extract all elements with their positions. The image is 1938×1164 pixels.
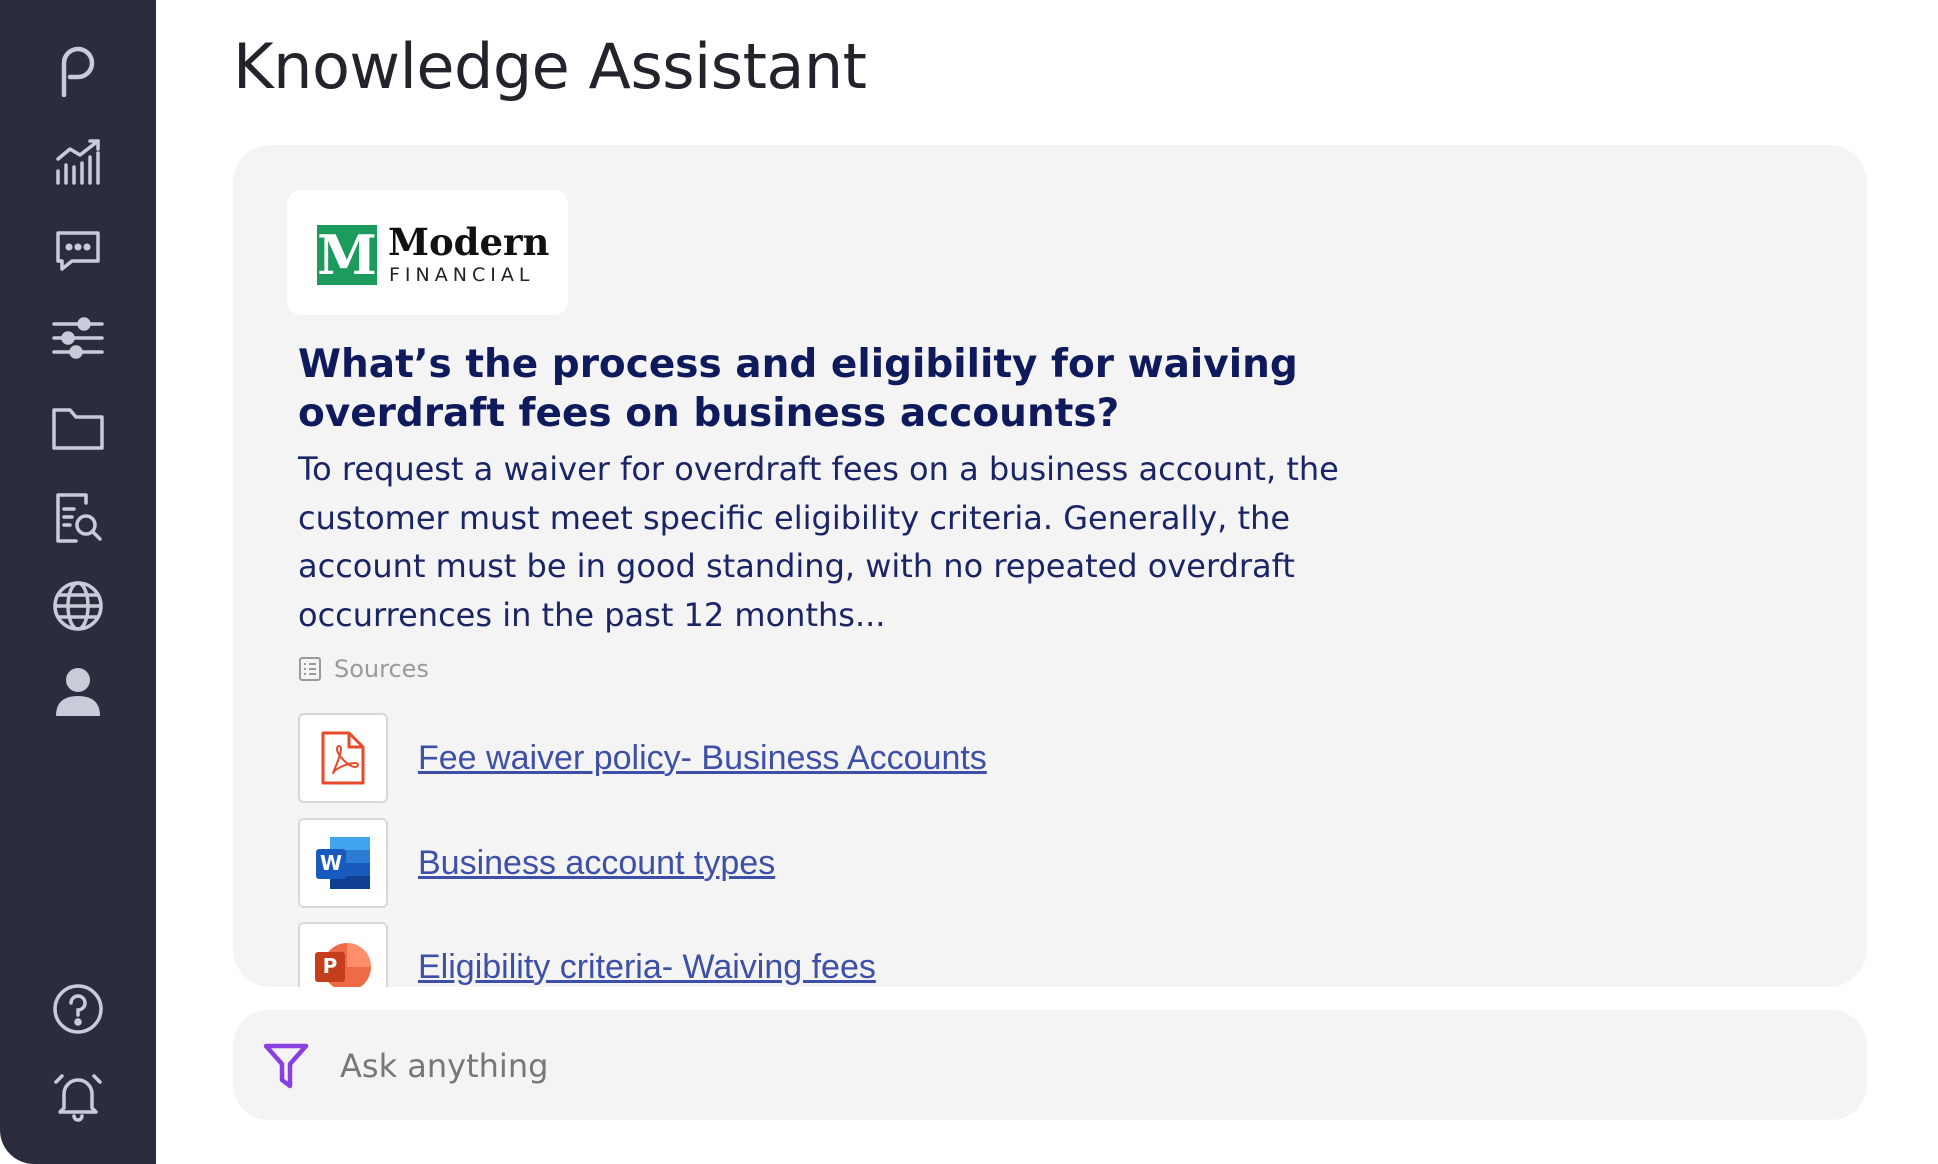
answer-card: M Modern FINANCIAL What’s the process an… <box>233 145 1867 987</box>
document-search-icon[interactable] <box>47 486 109 548</box>
globe-icon[interactable] <box>47 575 109 637</box>
analytics-icon[interactable] <box>47 132 109 194</box>
svg-text:W: W <box>320 851 342 875</box>
word-file-icon: W <box>298 818 388 908</box>
sources-label: Sources <box>334 655 429 683</box>
logo-name: Modern <box>388 220 550 264</box>
sidebar <box>0 0 156 1164</box>
logo-mark: M <box>317 223 377 287</box>
logo-icon[interactable] <box>47 40 109 102</box>
page-title: Knowledge Assistant <box>233 30 867 103</box>
company-logo: M Modern FINANCIAL <box>287 190 568 315</box>
ask-bar <box>233 1010 1867 1120</box>
source-link[interactable]: Business account types <box>418 844 775 883</box>
folder-icon[interactable] <box>47 397 109 459</box>
powerpoint-file-icon: P <box>298 922 388 987</box>
bell-icon[interactable] <box>47 1065 109 1127</box>
chat-icon[interactable] <box>47 220 109 282</box>
sources-list-icon <box>299 657 321 681</box>
source-link[interactable]: Eligibility criteria- Waiving fees <box>418 948 876 987</box>
ask-input[interactable] <box>338 1032 1822 1100</box>
pdf-file-icon <box>298 713 388 803</box>
logo-subtitle: FINANCIAL <box>389 264 535 286</box>
help-icon[interactable] <box>47 978 109 1040</box>
user-icon[interactable] <box>47 661 109 723</box>
source-item[interactable]: W Business account types <box>298 817 775 909</box>
sliders-icon[interactable] <box>47 307 109 369</box>
source-link[interactable]: Fee waiver policy- Business Accounts <box>418 739 987 778</box>
question-heading: What’s the process and eligibility for w… <box>298 342 1298 436</box>
sources-header: Sources <box>298 655 429 683</box>
svg-text:P: P <box>323 954 338 978</box>
source-item[interactable]: P Eligibility criteria- Waiving fees <box>298 921 876 987</box>
answer-text: To request a waiver for overdraft fees o… <box>298 450 1339 634</box>
source-item[interactable]: Fee waiver policy- Business Accounts <box>298 712 987 804</box>
filter-icon[interactable] <box>263 1042 309 1095</box>
